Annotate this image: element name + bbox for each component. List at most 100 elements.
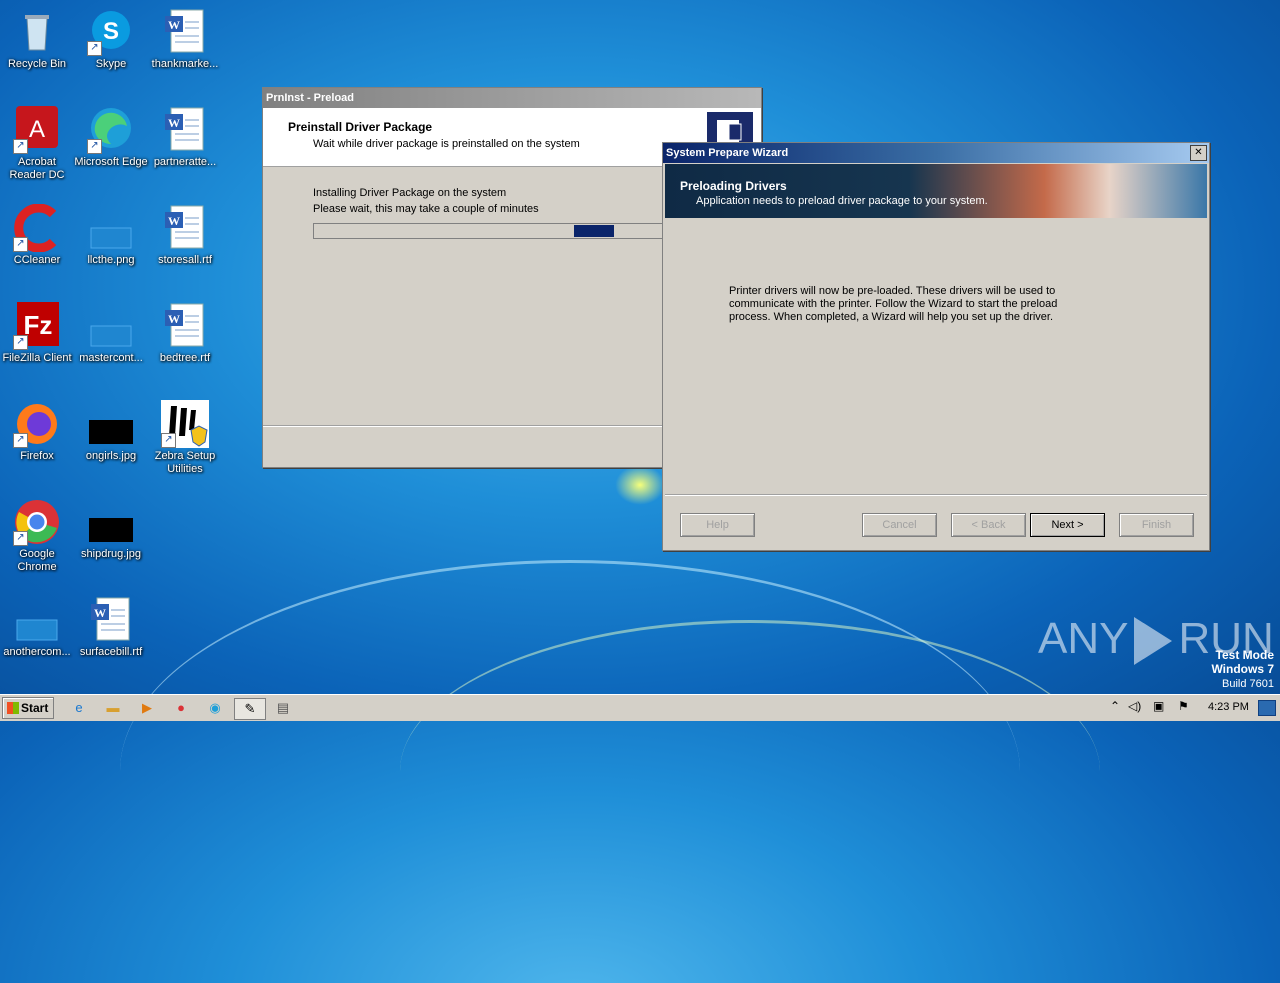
svg-text:W: W xyxy=(94,606,106,620)
edge-icon[interactable]: ◉ xyxy=(204,698,226,718)
desktop-icon-surfacebill[interactable]: W surfacebill.rtf xyxy=(74,596,148,659)
desktop-icon-ongirls[interactable]: ongirls.jpg xyxy=(74,400,148,463)
desktop-icon-anothercom[interactable]: anothercom... xyxy=(0,596,74,659)
desktop-icon-zebra-setup[interactable]: ↗ Zebra Setup Utilities xyxy=(148,400,222,476)
desktop-icon-label: Microsoft Edge xyxy=(74,156,148,168)
taskbar-printer-button[interactable]: ▤ xyxy=(270,698,296,718)
desktop-icon-label: Google Chrome xyxy=(17,548,57,573)
wallpaper-glow xyxy=(615,465,665,505)
desktop-icon-label: surfacebill.rtf xyxy=(79,646,143,658)
wizard-titlebar[interactable]: System Prepare Wizard xyxy=(663,143,1209,163)
svg-text:A: A xyxy=(29,116,45,143)
help-button[interactable]: Help xyxy=(680,513,755,537)
image-file-icon xyxy=(87,400,135,448)
prninst-header-subtitle: Wait while driver package is preinstalle… xyxy=(313,138,580,150)
clock[interactable]: 4:23 PM xyxy=(1208,701,1249,713)
wizard-banner-title: Preloading Drivers xyxy=(680,179,787,193)
desktop-icon-recycle-bin[interactable]: Recycle Bin xyxy=(0,8,74,71)
wizard-banner: Preloading Drivers Application needs to … xyxy=(665,164,1207,218)
prninst-progress-fill xyxy=(574,225,614,237)
build-label: Build 7601 xyxy=(1222,678,1274,690)
chrome-icon[interactable]: ● xyxy=(170,698,192,718)
network-icon[interactable]: ▣ xyxy=(1153,699,1164,713)
prninst-title: PrnInst - Preload xyxy=(266,92,355,104)
ie-icon[interactable]: e xyxy=(68,698,90,718)
desktop-icon-label: Skype xyxy=(95,58,127,70)
word-document-icon: W xyxy=(161,106,209,154)
prninst-progress-bar xyxy=(313,223,715,239)
svg-text:S: S xyxy=(103,18,119,45)
explorer-icon[interactable]: ▬ xyxy=(102,698,124,718)
desktop-icon-label: anothercom... xyxy=(3,646,71,658)
desktop-icon-label: Firefox xyxy=(20,450,54,462)
desktop-icon-mastercont[interactable]: mastercont... xyxy=(74,302,148,365)
image-file-icon xyxy=(87,498,135,546)
desktop-icon-firefox[interactable]: ↗ Firefox xyxy=(0,400,74,463)
wizard-footer-divider xyxy=(665,494,1207,496)
desktop-icon-label: ongirls.jpg xyxy=(85,450,137,462)
show-desktop-icon[interactable] xyxy=(1258,700,1276,716)
desktop-icon-label: thankmarke... xyxy=(151,58,219,70)
desktop-icon-label: shipdrug.jpg xyxy=(81,548,141,560)
desktop-icon-label: storesall.rtf xyxy=(158,254,212,266)
shortcut-arrow-icon: ↗ xyxy=(13,237,28,252)
desktop-icon-label: llcthe.png xyxy=(87,254,135,266)
shortcut-arrow-icon: ↗ xyxy=(13,335,28,350)
desktop-icon-label: FileZilla Client xyxy=(2,352,72,364)
word-document-icon: W xyxy=(87,596,135,644)
desktop-icon-shipdrug[interactable]: shipdrug.jpg xyxy=(74,498,148,561)
tray-expand-icon[interactable]: ⌃ xyxy=(1110,699,1120,713)
start-button[interactable]: Start xyxy=(2,697,54,719)
desktop-icon-bedtree[interactable]: W bedtree.rtf xyxy=(148,302,222,365)
recycle-bin-icon xyxy=(13,8,61,56)
flag-icon[interactable]: ⚑ xyxy=(1178,699,1189,713)
desktop-icon-edge[interactable]: ↗ Microsoft Edge xyxy=(74,106,148,169)
speaker-icon[interactable]: ◁) xyxy=(1128,699,1141,713)
prninst-line2: Please wait, this may take a couple of m… xyxy=(313,203,539,215)
prninst-titlebar[interactable]: PrnInst - Preload xyxy=(263,88,761,108)
acrobat-icon: A ↗ xyxy=(13,106,61,154)
desktop-icon-ccleaner[interactable]: ↗ CCleaner xyxy=(0,203,74,267)
image-file-icon xyxy=(13,596,61,644)
desktop-icon-acrobat[interactable]: A ↗ Acrobat Reader DC xyxy=(0,106,74,182)
skype-icon: S ↗ xyxy=(87,8,135,56)
shortcut-arrow-icon: ↗ xyxy=(13,433,28,448)
start-label: Start xyxy=(21,701,49,715)
chrome-icon: ↗ xyxy=(13,498,61,546)
desktop-icon-llcthe[interactable]: llcthe.png xyxy=(74,204,148,267)
image-file-icon xyxy=(87,302,135,350)
filezilla-icon: Fz ↗ xyxy=(13,302,61,350)
wizard-window[interactable]: System Prepare Wizard ✕ Preloading Drive… xyxy=(662,142,1210,551)
wizard-close-button[interactable]: ✕ xyxy=(1190,145,1207,161)
desktop-icon-thankmarke[interactable]: W thankmarke... xyxy=(148,8,222,71)
cancel-button[interactable]: Cancel xyxy=(862,513,937,537)
image-file-icon xyxy=(87,204,135,252)
next-button[interactable]: Next > xyxy=(1030,513,1105,537)
svg-text:W: W xyxy=(168,312,180,326)
finish-button[interactable]: Finish xyxy=(1119,513,1194,537)
taskbar: Start e ▬ ▶ ● ◉ ✎ ▤ ⌃ ◁) ▣ ⚑ 4:23 PM xyxy=(0,694,1280,721)
desktop-icon-skype[interactable]: S ↗ Skype xyxy=(74,8,148,71)
desktop-icon-label: CCleaner xyxy=(13,254,61,266)
shortcut-arrow-icon: ↗ xyxy=(13,139,28,154)
desktop-icon-storesall[interactable]: W storesall.rtf xyxy=(148,204,222,267)
desktop-icon-label: Zebra Setup Utilities xyxy=(154,450,216,475)
taskbar-installer-button[interactable]: ✎ xyxy=(234,698,266,720)
svg-text:W: W xyxy=(168,116,180,130)
desktop-icon-partneratte[interactable]: W partneratte... xyxy=(148,106,222,169)
windows-logo-icon xyxy=(7,702,19,714)
desktop-icon-label: bedtree.rtf xyxy=(159,352,211,364)
shortcut-arrow-icon: ↗ xyxy=(87,139,102,154)
prninst-header-title: Preinstall Driver Package xyxy=(288,120,433,134)
word-document-icon: W xyxy=(161,302,209,350)
desktop-icon-chrome[interactable]: ↗ Google Chrome xyxy=(0,498,74,574)
firefox-icon: ↗ xyxy=(13,400,61,448)
media-player-icon[interactable]: ▶ xyxy=(136,698,158,718)
desktop-icon-label: mastercont... xyxy=(79,352,143,364)
desktop-icon-filezilla[interactable]: Fz ↗ FileZilla Client xyxy=(0,302,74,365)
back-button[interactable]: < Back xyxy=(951,513,1026,537)
close-icon: ✕ xyxy=(1194,147,1203,158)
word-document-icon: W xyxy=(161,204,209,252)
shortcut-arrow-icon: ↗ xyxy=(87,41,102,56)
watermark-brand-left: ANY xyxy=(1038,614,1129,663)
